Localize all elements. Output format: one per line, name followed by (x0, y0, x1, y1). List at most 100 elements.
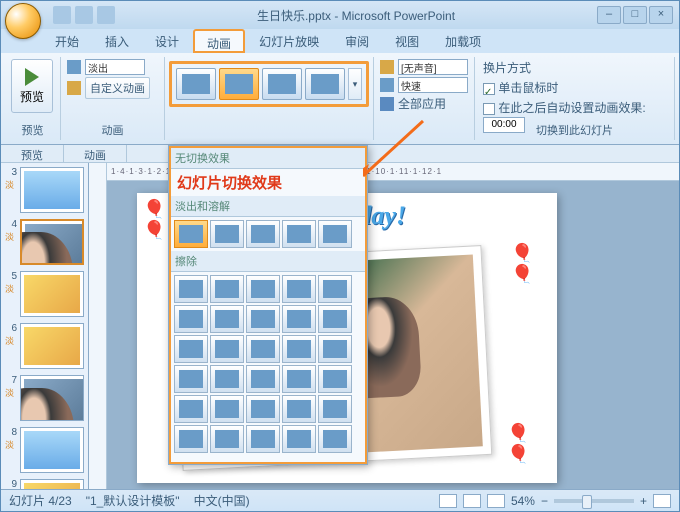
speed-dropdown[interactable] (398, 77, 468, 93)
maximize-button[interactable]: □ (623, 6, 647, 24)
tab-home[interactable]: 开始 (43, 29, 91, 53)
trans-wipe-4[interactable] (282, 275, 316, 303)
titlebar: 生日快乐.pptx - Microsoft PowerPoint – □ × (1, 1, 679, 29)
trans-wipe-14[interactable] (282, 335, 316, 363)
thumb-4[interactable] (20, 219, 84, 265)
trans-wipe-1[interactable] (174, 275, 208, 303)
transition-gallery-popup: 无切换效果 幻灯片切换效果 淡出和溶解 擦除 (168, 145, 368, 465)
trans-wipe-22[interactable] (210, 395, 244, 423)
trans-wipe-30[interactable] (318, 425, 352, 453)
tab-slideshow[interactable]: 幻灯片放映 (247, 29, 331, 53)
trans-wipe-26[interactable] (174, 425, 208, 453)
fit-view-button[interactable] (653, 494, 671, 508)
minimize-button[interactable]: – (597, 6, 621, 24)
on-click-checkbox[interactable] (483, 83, 495, 95)
thumb-3[interactable] (20, 167, 84, 213)
sorter-view-button[interactable] (463, 494, 481, 508)
thumb-5[interactable] (20, 271, 84, 317)
trans-wipe-17[interactable] (210, 365, 244, 393)
transition-option-3[interactable] (262, 68, 302, 100)
vertical-ruler (89, 163, 107, 493)
animate-icon (67, 60, 81, 74)
trans-wipe-12[interactable] (210, 335, 244, 363)
trans-wipe-19[interactable] (282, 365, 316, 393)
on-click-label: 单击鼠标时 (498, 81, 558, 95)
close-button[interactable]: × (649, 6, 673, 24)
auto-after-checkbox[interactable] (483, 103, 495, 115)
thumb-7[interactable] (20, 375, 84, 421)
tab-design[interactable]: 设计 (143, 29, 191, 53)
tab-review[interactable]: 审阅 (333, 29, 381, 53)
tab-addins[interactable]: 加载项 (433, 29, 493, 53)
preview-button[interactable]: 预览 (11, 59, 53, 113)
switch-method-label: 换片方式 (483, 59, 666, 76)
gallery-section-fade: 淡出和溶解 (171, 196, 365, 217)
trans-fade-3[interactable] (246, 220, 280, 248)
trans-wipe-29[interactable] (282, 425, 316, 453)
tab-view[interactable]: 视图 (383, 29, 431, 53)
group-animation-label: 动画 (61, 122, 164, 138)
thumb-8[interactable] (20, 427, 84, 473)
transition-none[interactable] (176, 68, 216, 100)
trans-wipe-3[interactable] (246, 275, 280, 303)
gallery-expand-button[interactable]: ▾ (348, 68, 362, 100)
trans-wipe-8[interactable] (246, 305, 280, 333)
trans-wipe-11[interactable] (174, 335, 208, 363)
trans-fade-2[interactable] (210, 220, 244, 248)
trans-wipe-7[interactable] (210, 305, 244, 333)
qat-redo-icon[interactable] (97, 6, 115, 24)
trans-wipe-20[interactable] (318, 365, 352, 393)
ribbon: 预览 预览 自定义动画 动画 ▾ (1, 53, 679, 145)
tab-animation[interactable]: 动画 (193, 29, 245, 53)
trans-wipe-25[interactable] (318, 395, 352, 423)
qat-undo-icon[interactable] (75, 6, 93, 24)
trans-wipe-6[interactable] (174, 305, 208, 333)
qat-save-icon[interactable] (53, 6, 71, 24)
transition-gallery: ▾ (169, 61, 369, 107)
trans-wipe-18[interactable] (246, 365, 280, 393)
transition-fade[interactable] (219, 68, 259, 100)
trans-fade-1[interactable] (174, 220, 208, 248)
gallery-annotation: 幻灯片切换效果 (171, 169, 365, 196)
sound-dropdown[interactable] (398, 59, 468, 75)
trans-wipe-28[interactable] (246, 425, 280, 453)
trans-wipe-2[interactable] (210, 275, 244, 303)
trans-wipe-24[interactable] (282, 395, 316, 423)
trans-wipe-5[interactable] (318, 275, 352, 303)
status-template: "1_默认设计模板" (86, 492, 180, 509)
zoom-out-button[interactable]: − (541, 494, 548, 508)
trans-wipe-16[interactable] (174, 365, 208, 393)
apply-all-button[interactable]: 全部应用 (398, 95, 446, 112)
status-language: 中文(中国) (194, 492, 250, 509)
gallery-section-wipe: 擦除 (171, 251, 365, 272)
balloons-right-icon (511, 243, 551, 293)
transition-option-4[interactable] (305, 68, 345, 100)
custom-animation-button[interactable]: 自定义动画 (85, 77, 150, 99)
trans-fade-5[interactable] (318, 220, 352, 248)
trans-wipe-13[interactable] (246, 335, 280, 363)
zoom-slider[interactable] (554, 499, 634, 503)
custom-anim-icon (67, 81, 81, 95)
office-button[interactable] (5, 3, 41, 39)
gallery-section-none: 无切换效果 (171, 148, 365, 169)
statusbar: 幻灯片 4/23 "1_默认设计模板" 中文(中国) 54% − + (1, 489, 679, 511)
slide-thumbnails-panel: 3淡 4淡 5淡 6淡 7淡 8淡 9 (1, 163, 89, 493)
apply-all-icon (380, 97, 394, 111)
thumb-6[interactable] (20, 323, 84, 369)
trans-wipe-10[interactable] (318, 305, 352, 333)
window-title: 生日快乐.pptx - Microsoft PowerPoint (115, 7, 597, 24)
normal-view-button[interactable] (439, 494, 457, 508)
trans-wipe-9[interactable] (282, 305, 316, 333)
trans-wipe-21[interactable] (174, 395, 208, 423)
auto-after-label: 在此之后自动设置动画效果: (498, 101, 645, 115)
trans-wipe-15[interactable] (318, 335, 352, 363)
slideshow-view-button[interactable] (487, 494, 505, 508)
trans-fade-4[interactable] (282, 220, 316, 248)
ribbon-tabs: 开始 插入 设计 动画 幻灯片放映 审阅 视图 加载项 (1, 29, 679, 53)
group-transition-label: 切换到此幻灯片 (475, 122, 674, 138)
zoom-in-button[interactable]: + (640, 494, 647, 508)
trans-wipe-23[interactable] (246, 395, 280, 423)
tab-insert[interactable]: 插入 (93, 29, 141, 53)
trans-wipe-27[interactable] (210, 425, 244, 453)
animate-dropdown[interactable] (85, 59, 145, 75)
